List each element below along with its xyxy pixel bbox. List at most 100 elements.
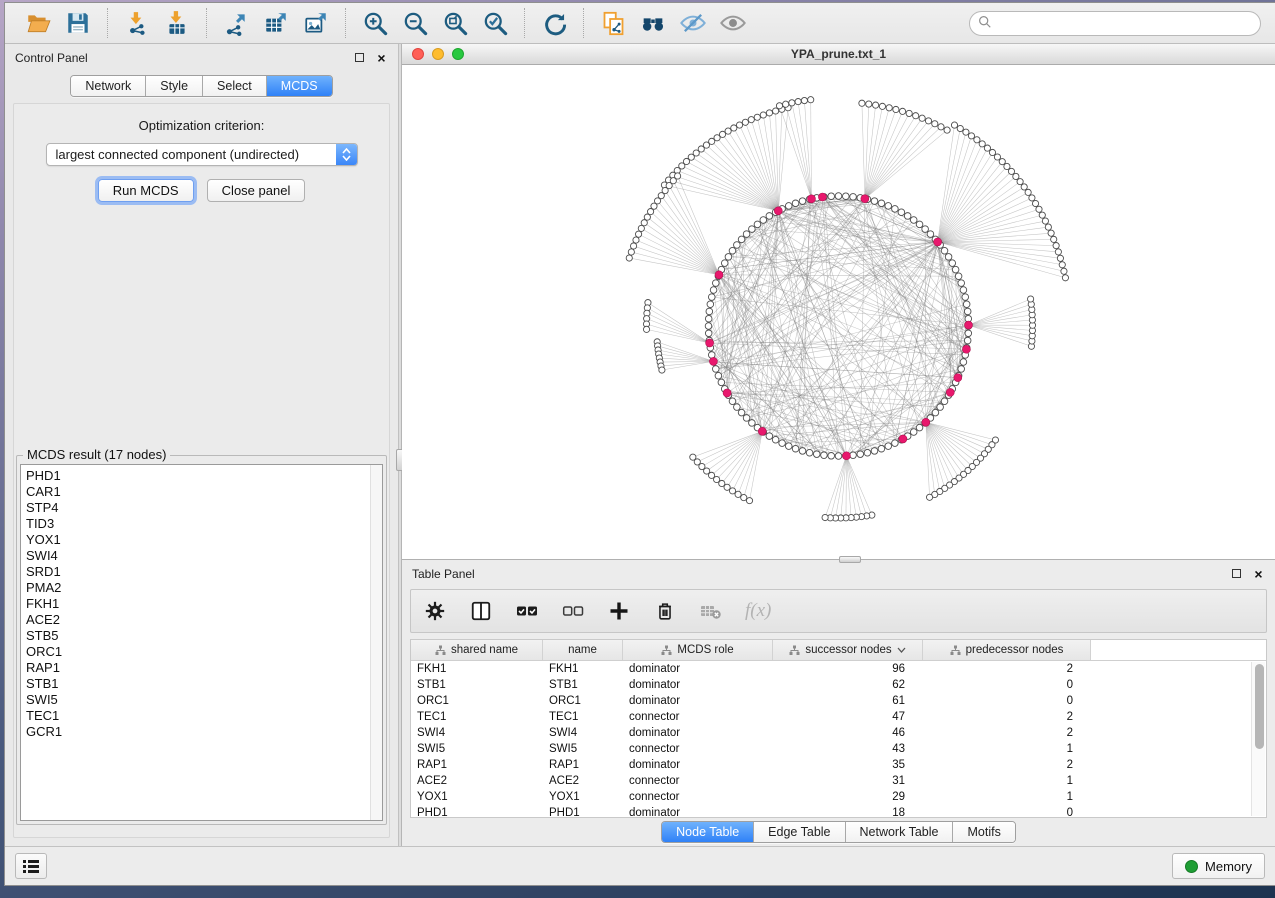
export-table-icon[interactable] xyxy=(261,8,291,38)
save-icon[interactable] xyxy=(63,8,93,38)
table-cell[interactable]: SWI4 xyxy=(543,725,623,741)
table-row[interactable]: ORC1ORC1dominator610 xyxy=(411,693,1266,709)
tab-node-table[interactable]: Node Table xyxy=(662,822,754,842)
mcds-result-item[interactable]: SWI4 xyxy=(26,548,382,564)
zoom-in-icon[interactable] xyxy=(360,8,390,38)
delete-icon[interactable] xyxy=(653,599,677,623)
table-cell[interactable]: 18 xyxy=(773,805,923,817)
column-header-name[interactable]: name xyxy=(543,640,623,660)
column-header-successor-nodes[interactable]: successor nodes xyxy=(773,640,923,660)
tab-network-table[interactable]: Network Table xyxy=(846,822,954,842)
table-cell[interactable]: 47 xyxy=(773,709,923,725)
mcds-result-item[interactable]: RAP1 xyxy=(26,660,382,676)
table-row[interactable]: STB1STB1dominator620 xyxy=(411,677,1266,693)
table-cell[interactable]: dominator xyxy=(623,725,773,741)
task-history-button[interactable] xyxy=(15,853,47,879)
table-cell[interactable]: 43 xyxy=(773,741,923,757)
search-input[interactable] xyxy=(997,16,1252,30)
mcds-result-item[interactable]: YOX1 xyxy=(26,532,382,548)
search-box[interactable] xyxy=(969,11,1261,36)
mcds-result-item[interactable]: FKH1 xyxy=(26,596,382,612)
table-cell[interactable]: FKH1 xyxy=(543,661,623,677)
table-cell[interactable]: ACE2 xyxy=(543,773,623,789)
table-cell[interactable]: dominator xyxy=(623,757,773,773)
table-cell[interactable]: 2 xyxy=(923,725,1091,741)
refresh-icon[interactable] xyxy=(539,8,569,38)
table-row[interactable]: FKH1FKH1dominator962 xyxy=(411,661,1266,677)
mcds-result-item[interactable]: PHD1 xyxy=(26,468,382,484)
table-cell[interactable]: 2 xyxy=(923,709,1091,725)
table-row[interactable]: RAP1RAP1dominator352 xyxy=(411,757,1266,773)
table-cell[interactable]: 61 xyxy=(773,693,923,709)
show-all-icon[interactable] xyxy=(718,8,748,38)
table-cell[interactable]: 35 xyxy=(773,757,923,773)
import-network-icon[interactable] xyxy=(122,8,152,38)
table-row[interactable]: PHD1PHD1dominator180 xyxy=(411,805,1266,817)
table-cell[interactable]: SWI4 xyxy=(411,725,543,741)
open-folder-icon[interactable] xyxy=(23,8,53,38)
network-window-titlebar[interactable]: YPA_prune.txt_1 xyxy=(402,44,1275,65)
table-cell[interactable]: dominator xyxy=(623,805,773,817)
table-cell[interactable]: 2 xyxy=(923,661,1091,677)
table-row[interactable]: ACE2ACE2connector311 xyxy=(411,773,1266,789)
table-cell[interactable]: SWI5 xyxy=(411,741,543,757)
table-cell[interactable]: ORC1 xyxy=(543,693,623,709)
table-cell[interactable]: TEC1 xyxy=(411,709,543,725)
split-pane-icon[interactable] xyxy=(469,599,493,623)
hide-selected-icon[interactable] xyxy=(678,8,708,38)
tab-mcds[interactable]: MCDS xyxy=(267,76,332,96)
column-header-predecessor-nodes[interactable]: predecessor nodes xyxy=(923,640,1091,660)
close-table-panel-icon[interactable]: × xyxy=(1252,567,1265,580)
table-cell[interactable]: 1 xyxy=(923,789,1091,805)
mcds-list-scrollbar[interactable] xyxy=(370,465,382,820)
mcds-result-item[interactable]: TID3 xyxy=(26,516,382,532)
zoom-selected-icon[interactable] xyxy=(480,8,510,38)
table-cell[interactable]: RAP1 xyxy=(411,757,543,773)
table-row[interactable]: SWI5SWI5connector431 xyxy=(411,741,1266,757)
tab-network[interactable]: Network xyxy=(71,76,146,96)
table-cell[interactable]: dominator xyxy=(623,677,773,693)
table-cell[interactable]: PHD1 xyxy=(543,805,623,817)
network-graph[interactable] xyxy=(402,65,1275,559)
mcds-result-item[interactable]: STB1 xyxy=(26,676,382,692)
table-cell[interactable]: STB1 xyxy=(543,677,623,693)
table-cell[interactable]: connector xyxy=(623,709,773,725)
mcds-result-item[interactable]: STB5 xyxy=(26,628,382,644)
run-mcds-button[interactable]: Run MCDS xyxy=(98,179,194,202)
table-cell[interactable]: 0 xyxy=(923,693,1091,709)
import-table-icon[interactable] xyxy=(162,8,192,38)
table-cell[interactable]: SWI5 xyxy=(543,741,623,757)
clone-network-icon[interactable] xyxy=(598,8,628,38)
first-neighbors-icon[interactable] xyxy=(638,8,668,38)
table-cell[interactable]: 46 xyxy=(773,725,923,741)
mcds-result-item[interactable]: ORC1 xyxy=(26,644,382,660)
table-cell[interactable]: dominator xyxy=(623,661,773,677)
table-row[interactable]: SWI4SWI4dominator462 xyxy=(411,725,1266,741)
table-cell[interactable]: ACE2 xyxy=(411,773,543,789)
mcds-result-list[interactable]: PHD1CAR1STP4TID3YOX1SWI4SRD1PMA2FKH1ACE2… xyxy=(20,464,383,821)
add-icon[interactable] xyxy=(607,599,631,623)
table-cell[interactable]: YOX1 xyxy=(543,789,623,805)
mcds-result-item[interactable]: PMA2 xyxy=(26,580,382,596)
table-cell[interactable]: 96 xyxy=(773,661,923,677)
mcds-result-item[interactable]: CAR1 xyxy=(26,484,382,500)
table-cell[interactable]: 0 xyxy=(923,677,1091,693)
table-scrollbar-thumb[interactable] xyxy=(1255,664,1264,749)
mcds-result-item[interactable]: ACE2 xyxy=(26,612,382,628)
tab-motifs[interactable]: Motifs xyxy=(953,822,1014,842)
close-panel-button[interactable]: Close panel xyxy=(207,179,306,202)
table-cell[interactable]: PHD1 xyxy=(411,805,543,817)
zoom-fit-icon[interactable] xyxy=(440,8,470,38)
column-header-shared-name[interactable]: shared name xyxy=(411,640,543,660)
table-scrollbar[interactable] xyxy=(1251,662,1265,816)
tab-style[interactable]: Style xyxy=(146,76,203,96)
select-all-icon[interactable] xyxy=(515,599,539,623)
table-cell[interactable]: ORC1 xyxy=(411,693,543,709)
table-cell[interactable]: 2 xyxy=(923,757,1091,773)
table-cell[interactable]: 62 xyxy=(773,677,923,693)
table-cell[interactable]: 31 xyxy=(773,773,923,789)
mcds-result-item[interactable]: STP4 xyxy=(26,500,382,516)
table-cell[interactable]: FKH1 xyxy=(411,661,543,677)
table-cell[interactable]: TEC1 xyxy=(543,709,623,725)
export-image-icon[interactable] xyxy=(301,8,331,38)
